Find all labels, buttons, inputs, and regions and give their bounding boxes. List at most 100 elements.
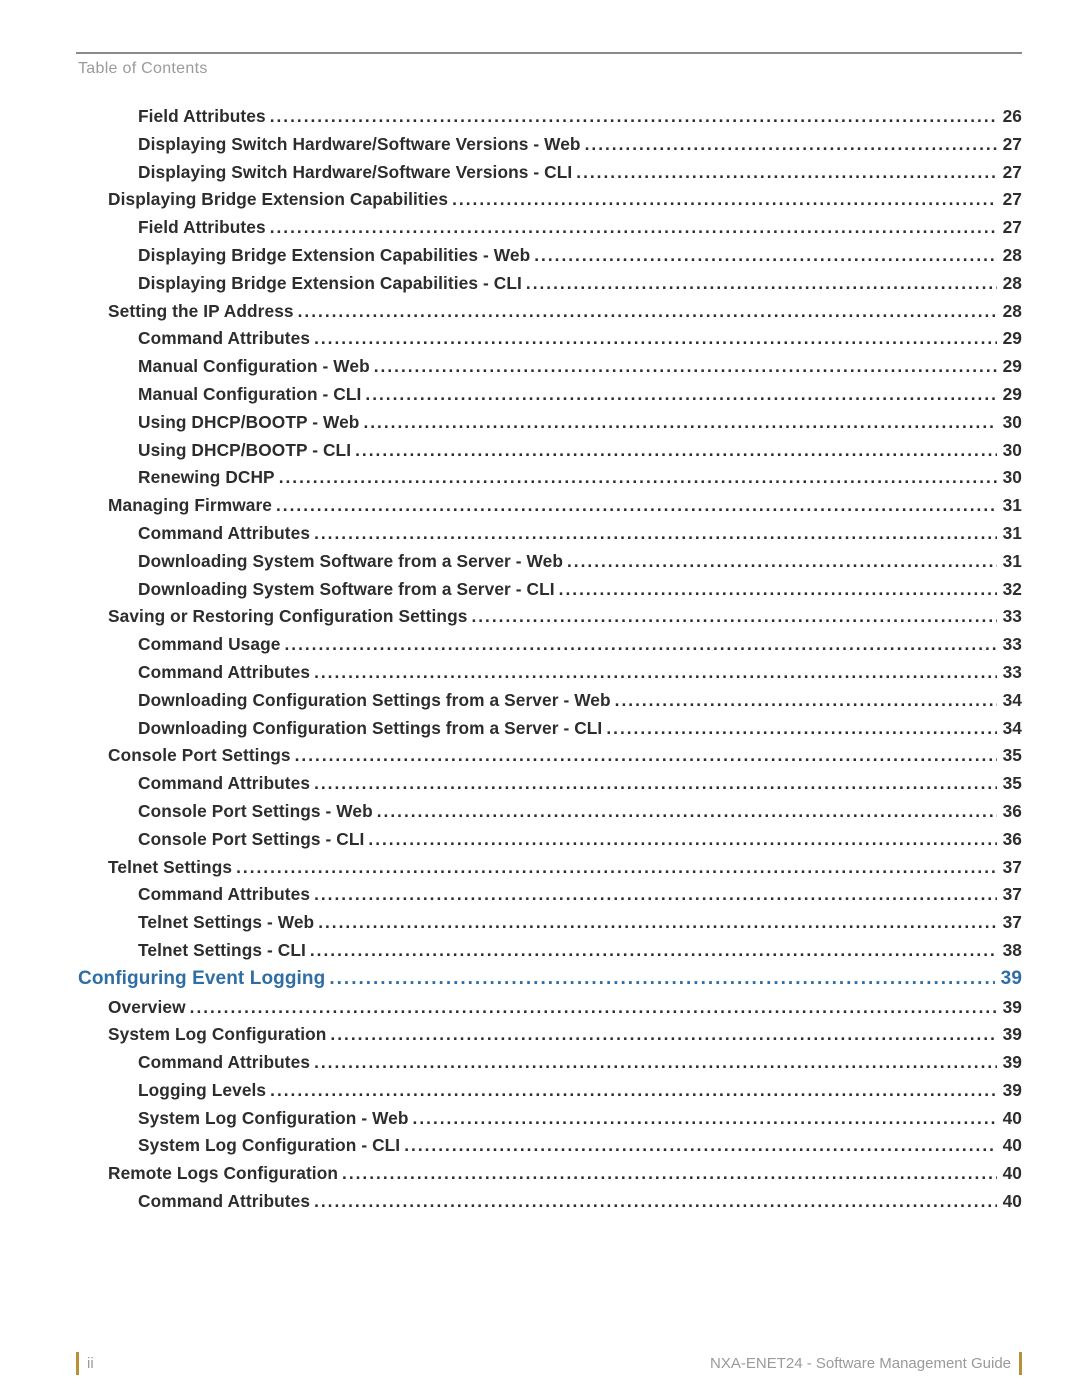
toc-entry-title: Displaying Switch Hardware/Software Vers…: [138, 162, 576, 183]
toc-leader: [585, 134, 997, 155]
toc-entry-page: 31: [997, 551, 1022, 572]
toc-entry[interactable]: System Log Configuration39: [108, 1024, 1022, 1045]
toc-entry-page: 27: [997, 162, 1022, 183]
toc-entry-title: Telnet Settings - Web: [138, 912, 318, 933]
toc-entry[interactable]: Console Port Settings - CLI36: [138, 829, 1022, 850]
toc-entry[interactable]: Console Port Settings35: [108, 745, 1022, 766]
toc-entry[interactable]: Console Port Settings - Web36: [138, 801, 1022, 822]
toc-entry-title: Telnet Settings - CLI: [138, 940, 310, 961]
toc-leader: [270, 106, 997, 127]
toc-entry-page: 27: [997, 189, 1022, 210]
toc-entry[interactable]: Telnet Settings - CLI38: [138, 940, 1022, 961]
toc-entry[interactable]: Field Attributes26: [138, 106, 1022, 127]
toc-entry[interactable]: Downloading Configuration Settings from …: [138, 718, 1022, 739]
toc-entry-title: Saving or Restoring Configuration Settin…: [108, 606, 471, 627]
toc-entry[interactable]: Manual Configuration - Web29: [138, 356, 1022, 377]
toc-entry[interactable]: Telnet Settings37: [108, 857, 1022, 878]
toc-entry[interactable]: Downloading System Software from a Serve…: [138, 551, 1022, 572]
toc-entry-title: System Log Configuration - CLI: [138, 1135, 404, 1156]
toc-entry[interactable]: Displaying Bridge Extension Capabilities…: [108, 189, 1022, 210]
toc-entry-page: 35: [997, 745, 1022, 766]
toc-entry-title: Console Port Settings - Web: [138, 801, 377, 822]
toc-entry-title: Setting the IP Address: [108, 301, 298, 322]
toc-entry-title: Command Attributes: [138, 884, 314, 905]
toc-leader: [314, 662, 997, 683]
toc-entry[interactable]: Command Attributes37: [138, 884, 1022, 905]
toc-entry-page: 40: [997, 1163, 1022, 1184]
toc-entry[interactable]: Command Attributes29: [138, 328, 1022, 349]
toc-entry[interactable]: Displaying Bridge Extension Capabilities…: [138, 245, 1022, 266]
toc-entry-page: 27: [997, 217, 1022, 238]
toc-leader: [606, 718, 996, 739]
toc-leader: [314, 523, 997, 544]
toc-entry[interactable]: Command Attributes40: [138, 1191, 1022, 1212]
toc-entry[interactable]: Manual Configuration - CLI29: [138, 384, 1022, 405]
toc-leader: [377, 801, 997, 822]
toc-entry-title: Command Attributes: [138, 1052, 314, 1073]
toc-entry[interactable]: Telnet Settings - Web37: [138, 912, 1022, 933]
toc-entry-page: 27: [997, 134, 1022, 155]
toc-entry-page: 39: [997, 1024, 1022, 1045]
toc-leader: [310, 940, 997, 961]
toc-entry[interactable]: Field Attributes 27: [138, 217, 1022, 238]
toc-leader: [559, 579, 997, 600]
table-of-contents: Field Attributes26Displaying Switch Hard…: [78, 106, 1022, 1219]
toc-entry-page: 33: [997, 662, 1022, 683]
document-page: Table of Contents Field Attributes26Disp…: [0, 0, 1080, 1397]
toc-entry-page: 37: [997, 857, 1022, 878]
toc-entry[interactable]: Remote Logs Configuration40: [108, 1163, 1022, 1184]
toc-leader: [190, 997, 997, 1018]
footer-doc-title: NXA-ENET24 - Software Management Guide: [710, 1355, 1011, 1372]
toc-entry[interactable]: Configuring Event Logging39: [78, 968, 1022, 990]
toc-leader: [270, 217, 997, 238]
toc-entry[interactable]: Saving or Restoring Configuration Settin…: [108, 606, 1022, 627]
toc-entry-title: Command Usage: [138, 634, 284, 655]
toc-entry[interactable]: System Log Configuration - Web40: [138, 1108, 1022, 1129]
toc-entry[interactable]: Command Attributes 33: [138, 662, 1022, 683]
header-label: Table of Contents: [78, 60, 208, 78]
toc-entry[interactable]: Command Attributes 39: [138, 1052, 1022, 1073]
toc-leader: [413, 1108, 997, 1129]
toc-entry[interactable]: System Log Configuration - CLI 40: [138, 1135, 1022, 1156]
toc-entry[interactable]: Displaying Switch Hardware/Software Vers…: [138, 134, 1022, 155]
toc-entry[interactable]: Renewing DCHP30: [138, 467, 1022, 488]
toc-entry-page: 28: [997, 273, 1022, 294]
toc-leader: [363, 412, 996, 433]
toc-entry-page: 40: [997, 1108, 1022, 1129]
toc-entry[interactable]: Command Usage33: [138, 634, 1022, 655]
toc-entry[interactable]: Setting the IP Address 28: [108, 301, 1022, 322]
toc-entry[interactable]: Downloading Configuration Settings from …: [138, 690, 1022, 711]
toc-entry-title: Field Attributes: [138, 217, 270, 238]
toc-entry[interactable]: Overview39: [108, 997, 1022, 1018]
toc-entry-page: 29: [997, 328, 1022, 349]
toc-leader: [329, 968, 994, 990]
toc-entry-title: Managing Firmware: [108, 495, 276, 516]
toc-entry-page: 28: [997, 301, 1022, 322]
toc-entry[interactable]: Displaying Switch Hardware/Software Vers…: [138, 162, 1022, 183]
toc-entry-title: Command Attributes: [138, 662, 314, 683]
toc-entry-title: Using DHCP/BOOTP - Web: [138, 412, 363, 433]
toc-entry[interactable]: Using DHCP/BOOTP - CLI30: [138, 440, 1022, 461]
toc-entry-page: 29: [997, 356, 1022, 377]
toc-leader: [368, 829, 996, 850]
toc-leader: [404, 1135, 996, 1156]
toc-entry[interactable]: Downloading System Software from a Serve…: [138, 579, 1022, 600]
toc-entry-page: 36: [997, 829, 1022, 850]
toc-entry[interactable]: Displaying Bridge Extension Capabilities…: [138, 273, 1022, 294]
toc-entry-page: 26: [997, 106, 1022, 127]
toc-entry-page: 40: [997, 1135, 1022, 1156]
toc-entry-title: Using DHCP/BOOTP - CLI: [138, 440, 355, 461]
toc-entry[interactable]: Managing Firmware31: [108, 495, 1022, 516]
toc-leader: [534, 245, 996, 266]
toc-entry[interactable]: Logging Levels39: [138, 1080, 1022, 1101]
toc-entry-page: 39: [997, 1052, 1022, 1073]
toc-leader: [276, 495, 997, 516]
toc-entry[interactable]: Command Attributes31: [138, 523, 1022, 544]
toc-entry[interactable]: Command Attributes35: [138, 773, 1022, 794]
toc-entry-title: Displaying Bridge Extension Capabilities: [108, 189, 452, 210]
toc-entry-title: Renewing DCHP: [138, 467, 279, 488]
toc-entry[interactable]: Using DHCP/BOOTP - Web30: [138, 412, 1022, 433]
toc-leader: [279, 467, 997, 488]
toc-entry-title: Command Attributes: [138, 1191, 314, 1212]
toc-entry-page: 39: [995, 968, 1022, 990]
